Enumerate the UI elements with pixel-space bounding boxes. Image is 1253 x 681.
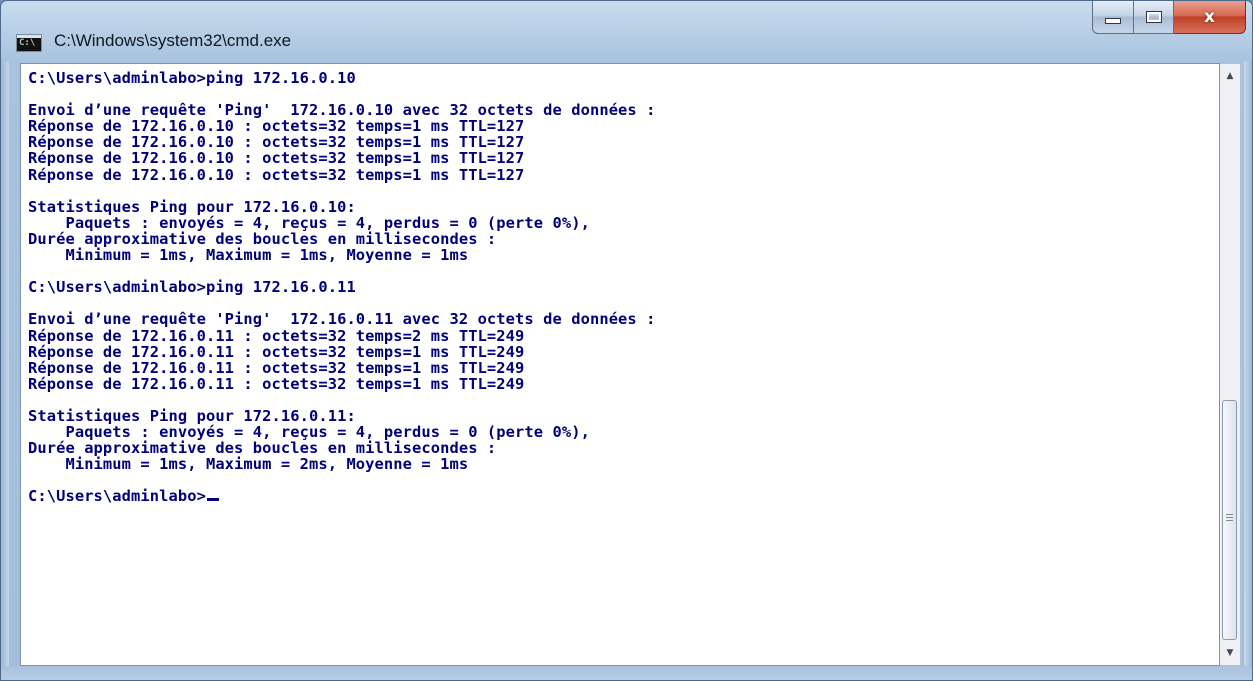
console-line: Réponse de 172.16.0.11 : octets=32 temps…	[28, 326, 525, 345]
console-line: Minimum = 1ms, Maximum = 1ms, Moyenne = …	[28, 246, 469, 265]
minimize-button[interactable]	[1092, 1, 1134, 34]
maximize-button[interactable]	[1134, 1, 1174, 34]
title-bar[interactable]: C:\ C:\Windows\system32\cmd.exe x	[1, 1, 1252, 63]
console-line: Envoi d’une requête 'Ping' 172.16.0.10 a…	[28, 101, 656, 120]
console-line: Réponse de 172.16.0.10 : octets=32 temps…	[28, 165, 525, 184]
console-line: C:\Users\adminlabo>ping 172.16.0.10	[28, 69, 356, 87]
console-line: Envoi d’une requête 'Ping' 172.16.0.11 a…	[28, 310, 656, 329]
console-line: Réponse de 172.16.0.10 : octets=32 temps…	[28, 117, 525, 136]
console-line: Réponse de 172.16.0.11 : octets=32 temps…	[28, 342, 525, 361]
scroll-thumb[interactable]	[1222, 400, 1237, 640]
console-line: Durée approximative des boucles en milli…	[28, 439, 497, 458]
console-line: C:\Users\adminlabo>ping 172.16.0.11	[28, 278, 356, 297]
scroll-down-arrow-icon[interactable]: ▼	[1220, 643, 1240, 663]
minimize-icon	[1105, 18, 1121, 24]
console-line: Paquets : envoyés = 4, reçus = 4, perdus…	[28, 213, 590, 232]
close-icon: x	[1204, 7, 1215, 27]
window-frame-bottom	[1, 666, 1252, 680]
console-line: Réponse de 172.16.0.11 : octets=32 temps…	[28, 374, 525, 393]
console-line: Statistiques Ping pour 172.16.0.10:	[28, 197, 356, 216]
console-line: Durée approximative des boucles en milli…	[28, 229, 497, 248]
console-line: Réponse de 172.16.0.10 : octets=32 temps…	[28, 149, 525, 168]
console-line: Réponse de 172.16.0.11 : octets=32 temps…	[28, 358, 525, 377]
window-frame-left	[1, 61, 9, 680]
maximize-icon	[1145, 11, 1162, 23]
window-title: C:\Windows\system32\cmd.exe	[54, 31, 292, 50]
console-line: Statistiques Ping pour 172.16.0.11:	[28, 406, 356, 425]
scroll-thumb-grip-icon	[1226, 514, 1233, 522]
console-output-area[interactable]: C:\Users\adminlabo>ping 172.16.0.10 Envoi…	[20, 63, 1220, 666]
close-button[interactable]: x	[1174, 1, 1246, 34]
console-line: Paquets : envoyés = 4, reçus = 4, perdus…	[28, 423, 590, 442]
console-line: Minimum = 1ms, Maximum = 2ms, Moyenne = …	[28, 455, 469, 474]
command-prompt-line: C:\Users\adminlabo>	[28, 488, 656, 505]
console-lines: C:\Users\adminlabo>ping 172.16.0.10 Envoi…	[28, 70, 656, 505]
caption-buttons: x	[1092, 1, 1246, 35]
scroll-up-arrow-icon[interactable]: ▲	[1220, 66, 1240, 86]
text-cursor	[206, 498, 219, 502]
console-app-icon[interactable]: C:\	[16, 34, 42, 52]
cmd-window: C:\ C:\Windows\system32\cmd.exe x C:\Use…	[0, 0, 1253, 681]
console-line: Réponse de 172.16.0.10 : octets=32 temps…	[28, 133, 525, 152]
vertical-scrollbar[interactable]: ▲ ▼	[1220, 63, 1241, 666]
window-frame-right	[1244, 61, 1252, 680]
